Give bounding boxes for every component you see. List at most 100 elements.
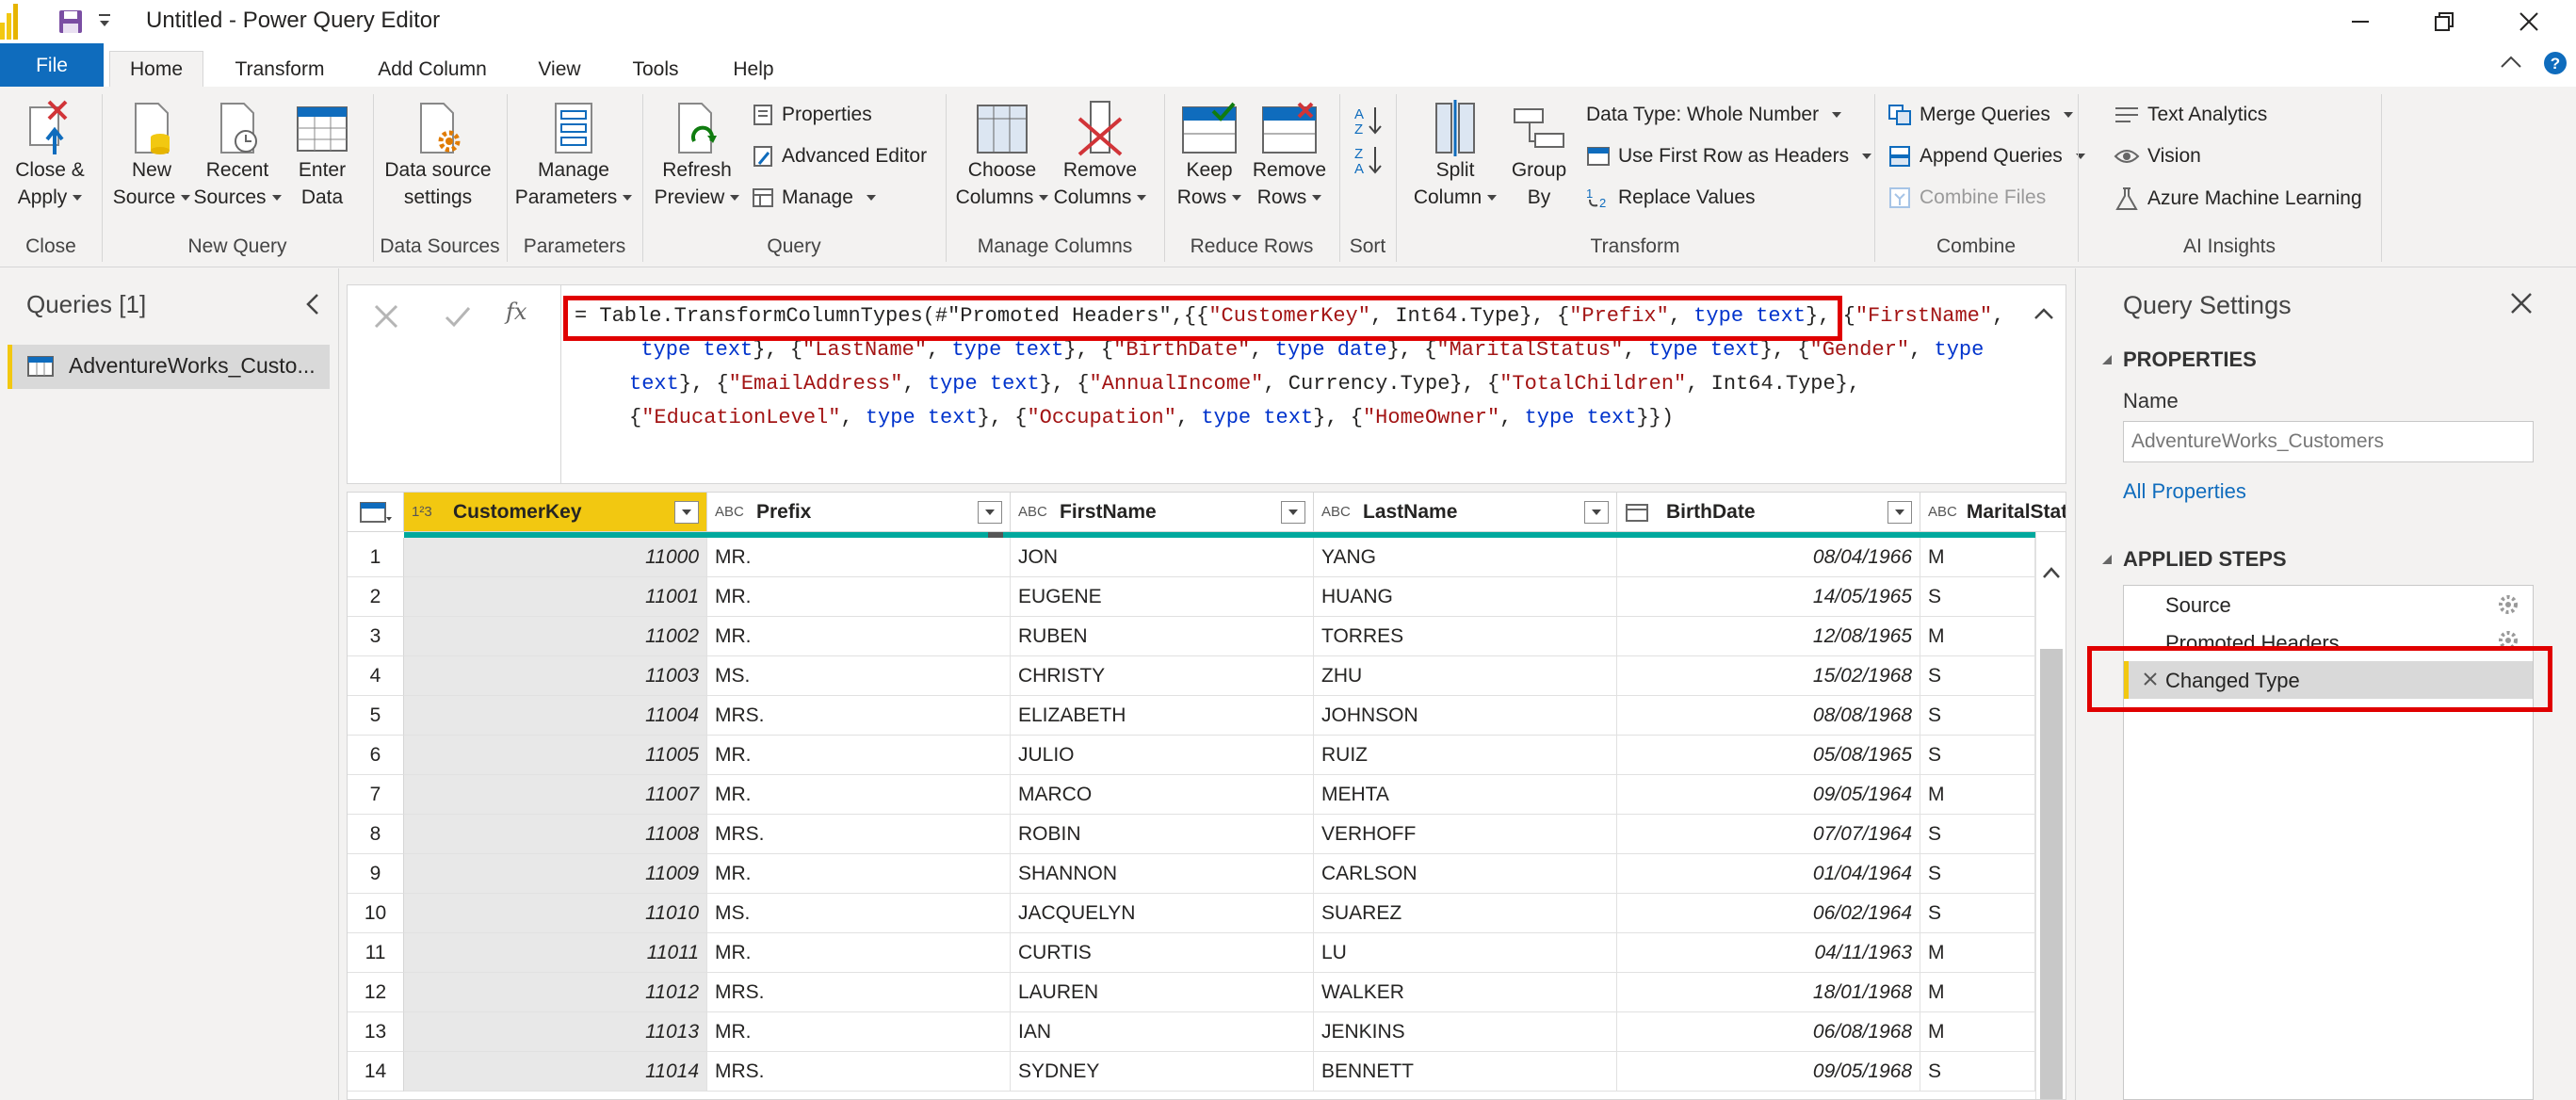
table-cell[interactable]: EUGENE <box>1011 577 1314 617</box>
table-cell[interactable]: ELIZABETH <box>1011 696 1314 736</box>
table-cell[interactable]: MR. <box>707 775 1011 815</box>
table-cell[interactable]: M <box>1920 1012 2035 1052</box>
minimize-button[interactable] <box>2321 0 2400 43</box>
table-cell[interactable]: JENKINS <box>1314 1012 1617 1052</box>
table-cell[interactable]: S <box>1920 815 2035 854</box>
table-cell[interactable]: M <box>1920 775 2035 815</box>
tab-view[interactable]: View <box>524 51 595 88</box>
data-source-settings-button[interactable]: Data source settings <box>377 100 499 211</box>
table-cell[interactable]: HUANG <box>1314 577 1617 617</box>
column-type-icon[interactable] <box>1625 502 1657 523</box>
table-cell[interactable]: JACQUELYN <box>1011 894 1314 933</box>
table-cell[interactable]: 12/08/1965 <box>1617 617 1920 656</box>
table-cell[interactable]: MR. <box>707 1012 1011 1052</box>
table-cell[interactable]: CURTIS <box>1011 933 1314 973</box>
table-cell[interactable]: 11003 <box>404 656 707 696</box>
restore-button[interactable] <box>2405 0 2484 43</box>
text-analytics-button[interactable]: Text Analytics <box>2114 104 2267 126</box>
table-cell[interactable]: RUIZ <box>1314 736 1617 775</box>
table-cell[interactable]: 06/02/1964 <box>1617 894 1920 933</box>
table-cell[interactable]: S <box>1920 1052 2035 1092</box>
table-cell[interactable]: TORRES <box>1314 617 1617 656</box>
enter-data-button[interactable]: Enter Data <box>283 100 362 211</box>
manage-button[interactable]: Manage <box>752 186 876 209</box>
table-cell[interactable]: JON <box>1011 538 1314 577</box>
table-options-icon[interactable] <box>348 493 404 532</box>
table-cell[interactable]: 11000 <box>404 538 707 577</box>
table-cell[interactable]: MS. <box>707 656 1011 696</box>
row-number[interactable]: 13 <box>348 1012 404 1052</box>
table-cell[interactable]: BENNETT <box>1314 1052 1617 1092</box>
table-cell[interactable]: 11001 <box>404 577 707 617</box>
commit-formula-icon[interactable] <box>442 300 474 332</box>
row-number[interactable]: 8 <box>348 815 404 854</box>
table-cell[interactable]: LAUREN <box>1011 973 1314 1012</box>
column-filter-dropdown-icon[interactable] <box>978 501 1002 524</box>
table-cell[interactable]: 09/05/1964 <box>1617 775 1920 815</box>
table-cell[interactable]: VERHOFF <box>1314 815 1617 854</box>
cancel-formula-icon[interactable] <box>370 300 402 332</box>
keep-rows-button[interactable]: Keep Rows <box>1172 100 1247 211</box>
step-source-gear-icon[interactable] <box>2497 593 2519 616</box>
row-number[interactable]: 1 <box>348 538 404 577</box>
tab-tools[interactable]: Tools <box>618 51 693 88</box>
table-cell[interactable]: 11011 <box>404 933 707 973</box>
table-cell[interactable]: 11008 <box>404 815 707 854</box>
table-cell[interactable]: 15/02/1968 <box>1617 656 1920 696</box>
table-cell[interactable]: SHANNON <box>1011 854 1314 894</box>
table-cell[interactable]: MR. <box>707 736 1011 775</box>
collapse-queries-icon[interactable] <box>303 292 322 316</box>
all-properties-link[interactable]: All Properties <box>2123 479 2246 504</box>
column-header-lastname[interactable]: ABC LastName <box>1314 493 1617 532</box>
table-cell[interactable]: MR. <box>707 617 1011 656</box>
table-cell[interactable]: MRS. <box>707 973 1011 1012</box>
column-header-maritalstatu[interactable]: ABC MaritalStatu <box>1920 493 2066 532</box>
row-number[interactable]: 12 <box>348 973 404 1012</box>
table-cell[interactable]: S <box>1920 656 2035 696</box>
new-source-button[interactable]: New Source <box>109 100 194 211</box>
column-type-icon[interactable]: ABC <box>1321 504 1353 520</box>
use-first-row-button[interactable]: Use First Row as Headers <box>1586 145 1872 168</box>
table-cell[interactable]: ROBIN <box>1011 815 1314 854</box>
table-cell[interactable]: S <box>1920 894 2035 933</box>
table-cell[interactable]: 18/01/1968 <box>1617 973 1920 1012</box>
table-cell[interactable]: 11014 <box>404 1052 707 1092</box>
table-cell[interactable]: 11009 <box>404 854 707 894</box>
row-number[interactable]: 9 <box>348 854 404 894</box>
table-cell[interactable]: JULIO <box>1011 736 1314 775</box>
column-filter-dropdown-icon[interactable] <box>1887 501 1912 524</box>
table-cell[interactable]: 14/05/1965 <box>1617 577 1920 617</box>
table-cell[interactable]: M <box>1920 617 2035 656</box>
table-cell[interactable]: 06/08/1968 <box>1617 1012 1920 1052</box>
properties-button[interactable]: Properties <box>752 104 872 126</box>
column-type-icon[interactable]: 1²3 <box>412 504 444 520</box>
row-number[interactable]: 3 <box>348 617 404 656</box>
table-cell[interactable]: 11002 <box>404 617 707 656</box>
table-cell[interactable]: 11004 <box>404 696 707 736</box>
append-queries-button[interactable]: Append Queries <box>1887 145 2085 168</box>
table-cell[interactable]: MEHTA <box>1314 775 1617 815</box>
quick-access-dropdown-icon[interactable] <box>98 13 111 30</box>
table-cell[interactable]: MRS. <box>707 1052 1011 1092</box>
row-number[interactable]: 6 <box>348 736 404 775</box>
table-cell[interactable]: SYDNEY <box>1011 1052 1314 1092</box>
tab-home[interactable]: Home <box>109 51 203 88</box>
table-cell[interactable]: S <box>1920 854 2035 894</box>
table-cell[interactable]: CARLSON <box>1314 854 1617 894</box>
table-cell[interactable]: IAN <box>1011 1012 1314 1052</box>
column-header-firstname[interactable]: ABC FirstName <box>1011 493 1314 532</box>
sort-descending-icon[interactable]: ZA <box>1353 143 1385 175</box>
help-icon[interactable]: ? <box>2543 51 2568 75</box>
row-number[interactable]: 10 <box>348 894 404 933</box>
tab-file[interactable]: File <box>0 43 104 88</box>
close-apply-button[interactable]: Close & Apply <box>8 100 92 211</box>
vision-button[interactable]: Vision <box>2114 145 2201 168</box>
close-settings-icon[interactable] <box>2509 291 2534 315</box>
row-number[interactable]: 4 <box>348 656 404 696</box>
table-cell[interactable]: S <box>1920 696 2035 736</box>
row-number[interactable]: 2 <box>348 577 404 617</box>
recent-sources-button[interactable]: Recent Sources <box>192 100 283 211</box>
table-cell[interactable]: MR. <box>707 933 1011 973</box>
applied-steps-collapse-icon[interactable] <box>2100 553 2114 566</box>
table-cell[interactable]: WALKER <box>1314 973 1617 1012</box>
